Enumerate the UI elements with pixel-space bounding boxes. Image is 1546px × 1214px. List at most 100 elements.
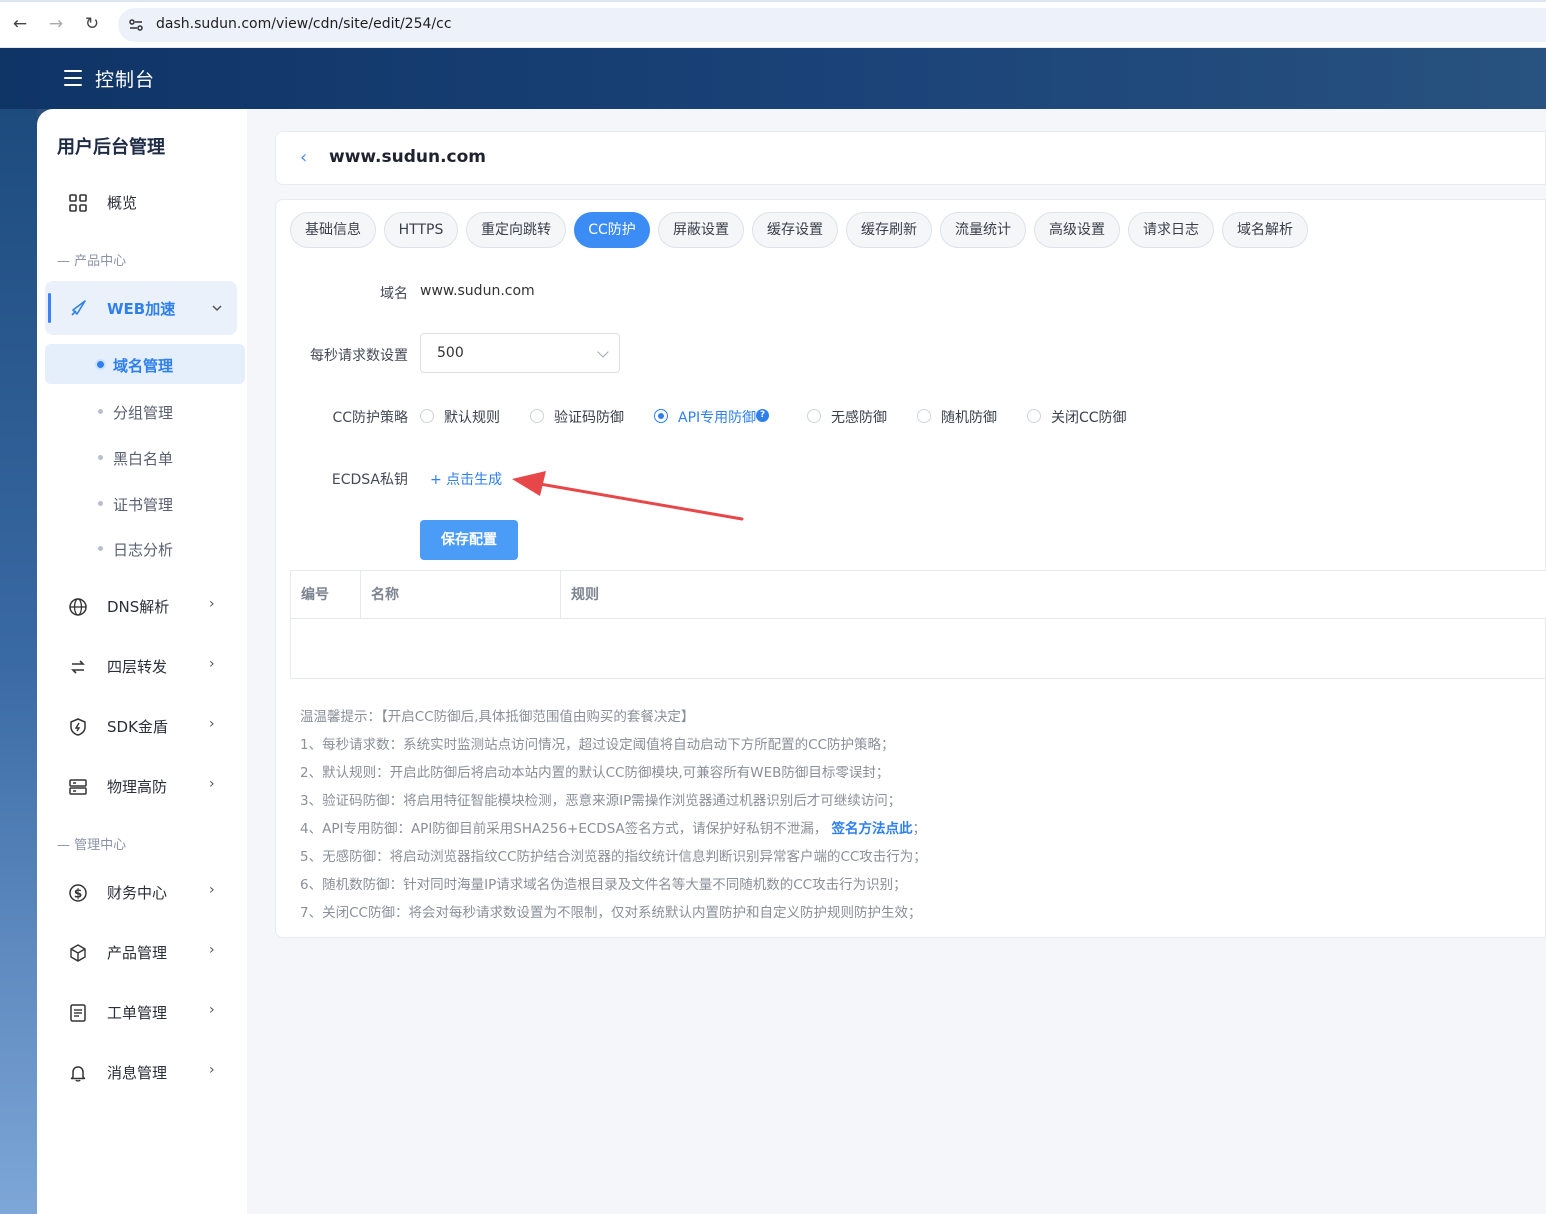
sidebar-item-finance[interactable]: $ 财务中心 › bbox=[37, 872, 247, 912]
sidebar-item-physical-defense[interactable]: 物理高防 › bbox=[37, 766, 247, 806]
section-label-product: — 产品中心 bbox=[57, 254, 127, 269]
tab-redirect[interactable]: 重定向跳转 bbox=[466, 212, 566, 248]
sidebar-item-label: WEB加速 bbox=[107, 300, 176, 318]
tip-line: 4、API专用防御：API防御目前采用SHA256+ECDSA签名方式，请保护好… bbox=[300, 817, 926, 837]
section-label-manage: — 管理中心 bbox=[57, 838, 127, 853]
tip-line: 3、验证码防御：将启用特征智能模块检测，恶意来源IP需操作浏览器通过机器识别后才… bbox=[300, 793, 902, 809]
rocket-icon bbox=[71, 300, 86, 316]
generate-key-link[interactable]: + 点击生成 bbox=[430, 469, 502, 489]
tab-dns-resolve[interactable]: 域名解析 bbox=[1222, 212, 1308, 248]
main-content: ‹ www.sudun.com 基础信息 HTTPS 重定向跳转 CC防护 屏蔽… bbox=[247, 109, 1546, 1214]
radio-random[interactable]: 随机防御 bbox=[917, 407, 1007, 427]
site-info-icon[interactable] bbox=[128, 17, 144, 33]
radio-label: 默认规则 bbox=[444, 410, 500, 426]
chevron-right-icon: › bbox=[209, 776, 215, 792]
svg-text:$: $ bbox=[74, 887, 82, 901]
radio-disable-cc[interactable]: 关闭CC防御 bbox=[1027, 407, 1137, 427]
chevron-right-icon: › bbox=[209, 716, 215, 732]
app-header: 控制台 bbox=[0, 48, 1546, 109]
radio-label: 关闭CC防御 bbox=[1051, 410, 1127, 426]
tab-block-settings[interactable]: 屏蔽设置 bbox=[658, 212, 744, 248]
sidebar-subitem-certificates[interactable]: 证书管理 bbox=[45, 483, 245, 523]
tips-title: 温温馨提示：【开启CC防御后,具体抵御范围值由购买的套餐决定】 bbox=[300, 709, 695, 725]
radio-label: 无感防御 bbox=[831, 410, 887, 426]
sidebar-subitem-label: 证书管理 bbox=[113, 496, 174, 514]
tip-line: 7、关闭CC防御：将会对每秒请求数设置为不限制，仅对系统默认内置防护和自定义防护… bbox=[300, 905, 922, 921]
sidebar-item-dns[interactable]: DNS解析 › bbox=[37, 586, 247, 626]
save-config-button[interactable]: 保存配置 bbox=[420, 520, 518, 560]
tab-cache-refresh[interactable]: 缓存刷新 bbox=[846, 212, 932, 248]
chevron-right-icon: › bbox=[209, 596, 215, 612]
sidebar-subitem-blacklist[interactable]: 黑白名单 bbox=[45, 437, 245, 477]
forward-icon[interactable]: → bbox=[46, 14, 66, 34]
radio-circle bbox=[530, 409, 544, 423]
sidebar-item-products[interactable]: 产品管理 › bbox=[37, 932, 247, 972]
tab-traffic-stats[interactable]: 流量统计 bbox=[940, 212, 1026, 248]
tab-cc-protection[interactable]: CC防护 bbox=[574, 212, 650, 248]
radio-circle bbox=[420, 409, 434, 423]
table-header-id: 编号 bbox=[291, 571, 361, 619]
grid-icon bbox=[69, 194, 87, 212]
browser-tab-strip bbox=[0, 0, 1546, 2]
active-indicator bbox=[48, 293, 51, 323]
radio-invisible[interactable]: 无感防御 bbox=[807, 407, 897, 427]
chevron-right-icon: › bbox=[209, 1062, 215, 1078]
bullet-icon bbox=[97, 361, 104, 368]
sidebar-subitem-group-management[interactable]: 分组管理 bbox=[45, 391, 245, 431]
tab-https[interactable]: HTTPS bbox=[384, 212, 458, 248]
bullet-icon bbox=[98, 501, 103, 506]
chevron-down-icon bbox=[212, 305, 222, 312]
domain-value: www.sudun.com bbox=[420, 283, 535, 299]
back-chevron-icon[interactable]: ‹ bbox=[300, 147, 307, 168]
ecdsa-label: ECDSA私钥 bbox=[331, 472, 408, 488]
tip-line: 1、每秒请求数：系统实时监测站点访问情况，超过设定阈值将自动启动下方所配置的CC… bbox=[300, 737, 895, 753]
sidebar-item-label: 概览 bbox=[107, 194, 138, 212]
reload-icon[interactable]: ↻ bbox=[82, 14, 102, 34]
sidebar-subitem-label: 域名管理 bbox=[113, 357, 174, 375]
sidebar-item-sdk-shield[interactable]: SDK金盾 › bbox=[37, 706, 247, 746]
radio-label: 验证码防御 bbox=[554, 410, 624, 426]
dollar-icon: $ bbox=[69, 884, 87, 902]
sidebar-item-web-accel[interactable]: WEB加速 bbox=[45, 281, 237, 335]
radio-captcha[interactable]: 验证码防御 bbox=[530, 407, 640, 427]
url-text[interactable]: dash.sudun.com/view/cdn/site/edit/254/cc bbox=[156, 16, 452, 32]
table-header-rules: 规则 bbox=[571, 587, 599, 603]
help-icon[interactable]: ? bbox=[756, 409, 769, 422]
address-bar[interactable]: dash.sudun.com/view/cdn/site/edit/254/cc bbox=[118, 8, 1546, 42]
tab-request-log[interactable]: 请求日志 bbox=[1128, 212, 1214, 248]
sidebar-subitem-label: 日志分析 bbox=[113, 541, 174, 559]
radio-default-rule[interactable]: 默认规则 bbox=[420, 407, 510, 427]
sidebar-subitem-domain-management[interactable]: 域名管理 bbox=[45, 344, 245, 384]
tip-line: 5、无感防御：将启动浏览器指纹CC防护结合浏览器的指纹统计信息判断识别异常客户端… bbox=[300, 849, 927, 865]
background-panel bbox=[0, 109, 37, 1214]
sidebar-item-label: 四层转发 bbox=[107, 658, 168, 676]
tip-line-text: 4、API专用防御：API防御目前采用SHA256+ECDSA签名方式，请保护好… bbox=[300, 821, 828, 837]
sidebar-item-l4-forward[interactable]: 四层转发 › bbox=[37, 646, 247, 686]
sidebar-item-messages[interactable]: 消息管理 › bbox=[37, 1052, 247, 1092]
sidebar-item-label: 物理高防 bbox=[107, 778, 168, 796]
tab-cache-settings[interactable]: 缓存设置 bbox=[752, 212, 838, 248]
tab-basic-info[interactable]: 基础信息 bbox=[290, 212, 376, 248]
hamburger-menu-icon[interactable] bbox=[64, 70, 82, 86]
sidebar-item-label: 工单管理 bbox=[107, 1004, 168, 1022]
bullet-icon bbox=[98, 546, 103, 551]
sidebar-item-overview[interactable]: 概览 bbox=[37, 182, 247, 222]
sidebar-title: 用户后台管理 bbox=[57, 137, 165, 158]
radio-circle bbox=[654, 409, 668, 423]
box-icon bbox=[70, 944, 86, 962]
radio-circle bbox=[807, 409, 821, 423]
tab-advanced[interactable]: 高级设置 bbox=[1034, 212, 1120, 248]
tip-line-tail: ； bbox=[912, 821, 927, 837]
signature-method-link[interactable]: 签名方法点此 bbox=[832, 821, 913, 837]
rps-select[interactable]: 500 bbox=[420, 333, 620, 373]
bullet-icon bbox=[98, 409, 103, 414]
radio-api-defense[interactable]: API专用防御 ? bbox=[654, 407, 780, 427]
back-icon[interactable]: ← bbox=[10, 14, 30, 34]
table-header: 编号 名称 规则 bbox=[291, 571, 1546, 619]
strategy-label: CC防护策略 bbox=[332, 410, 408, 426]
sidebar-subitem-log-analysis[interactable]: 日志分析 bbox=[45, 528, 245, 568]
radio-label: 随机防御 bbox=[941, 410, 997, 426]
sidebar: 用户后台管理 概览 — 产品中心 WEB加速 域名管理 分组管理 黑白名单 证书… bbox=[37, 109, 247, 1214]
sidebar-item-tickets[interactable]: 工单管理 › bbox=[37, 992, 247, 1032]
chevron-right-icon: › bbox=[209, 942, 215, 958]
